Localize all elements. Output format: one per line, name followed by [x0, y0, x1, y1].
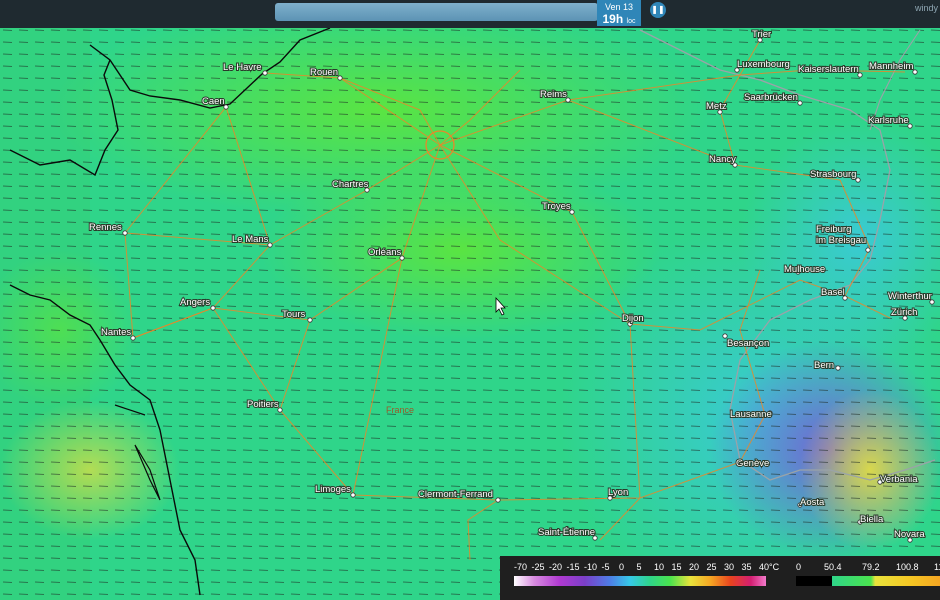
city-label: Aosta [800, 497, 825, 508]
city-dot [210, 305, 216, 311]
temperature-tick: -15 [566, 562, 580, 572]
city-label: Lyon [608, 487, 628, 498]
city-label: Metz [706, 101, 727, 112]
temperature-tick: 15 [671, 562, 682, 572]
time-badge[interactable]: Ven 13 19h loc [597, 0, 641, 26]
city-dot [912, 69, 918, 75]
city-dot [262, 70, 268, 76]
city-label: Orléans [368, 247, 402, 258]
city-label: Trier [752, 29, 771, 40]
humidity-tick: 100.8 [896, 562, 919, 572]
city-label: Rouen [310, 67, 338, 78]
city-label: Biella [860, 514, 884, 525]
city-label: Le Mans [232, 234, 269, 245]
city-label: Zürich [891, 307, 917, 318]
city-label: Saint-Étienne [538, 527, 595, 538]
city-dot [865, 247, 871, 253]
temperature-scale-bar [514, 576, 766, 586]
city-label: Mulhouse [784, 264, 825, 275]
temperature-tick: 30 [724, 562, 735, 572]
humidity-tick: 0 [796, 562, 802, 572]
hour-suffix: loc [626, 18, 636, 25]
temperature-tick: 5 [636, 562, 642, 572]
temperature-tick: 35 [741, 562, 752, 572]
city-label: Clermont-Ferrand [418, 489, 493, 500]
city-label: Chartres [332, 179, 369, 190]
city-dot [130, 335, 136, 341]
city-label: Saarbrücken [744, 92, 798, 103]
city-label: Poitiers [247, 399, 279, 410]
city-label: Winterthur [888, 291, 932, 302]
temperature-tick: -25 [531, 562, 545, 572]
city-label: Genève [736, 458, 769, 469]
city-label: Karlsruhe [868, 115, 909, 126]
city-dot [307, 317, 313, 323]
hour-label: 19h loc [597, 12, 641, 29]
day-label: Ven 13 [604, 2, 634, 12]
city-label: Troyes [542, 201, 571, 212]
city-label: Basel [821, 287, 845, 298]
windy-link[interactable]: windy [915, 3, 938, 13]
pause-button[interactable]: ❚❚ [650, 2, 666, 18]
temperature-tick: 40°C [759, 562, 780, 572]
city-dot [350, 492, 356, 498]
city-label: Besançon [727, 338, 769, 349]
city-dot [835, 365, 841, 371]
city-dot [337, 75, 343, 81]
city-label: Rennes [89, 222, 122, 233]
temperature-tick: 10 [654, 562, 665, 572]
city-dot [267, 242, 273, 248]
country-label-france: France [386, 405, 414, 415]
city-label: Caen [202, 96, 225, 107]
timeline-slider[interactable] [275, 3, 598, 21]
city-label: Nancy [709, 154, 736, 165]
color-legend: -70 -25 -20 -15 -10 -5 0 5 10 15 20 25 30 35 40°C 0 50.… [500, 556, 940, 600]
temperature-tick: 0 [619, 562, 625, 572]
city-label: Bern [814, 360, 834, 371]
city-label: im Breisgau [816, 235, 866, 246]
humidity-tick: 11 [934, 562, 940, 572]
wind-particles [0, 28, 940, 600]
city-label: Lausanne [730, 409, 772, 420]
city-label: Nantes [101, 327, 131, 338]
temperature-tick: -70 [514, 562, 528, 572]
timeline-bar: Ven 13 19h loc ❚❚ windy [0, 0, 940, 28]
city-label: Dijon [622, 313, 644, 324]
temperature-tick: 25 [706, 562, 717, 572]
city-label: Mannheim [869, 61, 913, 72]
temperature-tick: -10 [584, 562, 598, 572]
city-label: Luxembourg [737, 59, 790, 70]
city-label: Le Havre [223, 62, 262, 73]
humidity-tick: 79.2 [862, 562, 880, 572]
city-dot [797, 100, 803, 106]
city-label: Strasbourg [810, 169, 856, 180]
humidity-tick: 50.4 [824, 562, 842, 572]
humidity-scale-bar [796, 576, 940, 586]
city-label: Limoges [315, 484, 351, 495]
city-label: Novara [894, 529, 925, 540]
temperature-tick: -5 [601, 562, 610, 572]
city-label: Kaiserslautern [798, 64, 859, 75]
pause-icon: ❚❚ [651, 5, 665, 14]
city-label: Verbania [880, 474, 918, 485]
city-label: Reims [540, 89, 567, 100]
weather-map[interactable]: France Le Havre Rouen Caen Reims Chartres Tro… [0, 0, 940, 600]
city-dot [495, 497, 501, 503]
city-dot [122, 230, 128, 236]
temperature-tick: -20 [549, 562, 563, 572]
temperature-tick: 20 [689, 562, 700, 572]
hour-value: 19h [602, 12, 624, 26]
city-label: Angers [180, 297, 210, 308]
city-label: Freiburg [816, 224, 851, 235]
city-label: Tours [282, 309, 305, 320]
